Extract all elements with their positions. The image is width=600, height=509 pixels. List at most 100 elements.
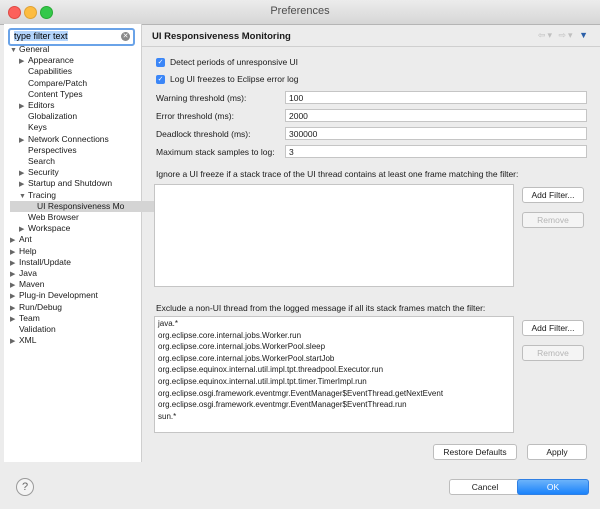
tree-item[interactable]: Validation [10, 324, 56, 335]
window-title: Preferences [270, 5, 330, 17]
tree-item-label: Maven [19, 279, 45, 290]
tree-item[interactable]: ▶ Maven [10, 279, 45, 290]
warning-threshold-label: Warning threshold (ms): [156, 93, 247, 103]
tree-item-label: Content Types [28, 88, 83, 99]
tree-item[interactable]: ▶ Team [10, 313, 40, 324]
filter-placeholder: type filter text [14, 31, 68, 41]
tree-item-label: Startup and Shutdown [28, 178, 113, 189]
tree-item-label: Install/Update [19, 256, 71, 267]
tree-item-label: Network Connections [28, 133, 109, 144]
tree-item-label: UI Responsiveness Mo [37, 200, 125, 211]
tree-item[interactable]: Globalization [19, 111, 77, 122]
tree-item[interactable]: Keys [19, 122, 47, 133]
tree-item-label: Validation [19, 324, 56, 334]
max-stack-samples-input[interactable]: 3 [285, 145, 587, 158]
tree-item-label: Search [28, 156, 55, 166]
tree-item-label: Workspace [28, 223, 71, 234]
detect-unresponsive-checkbox[interactable]: ✓ [156, 58, 165, 67]
apply-button[interactable]: Apply [527, 444, 587, 460]
collapsed-arrow-icon[interactable]: ▶ [10, 336, 19, 347]
tree-item[interactable]: ▶ Java [10, 268, 37, 279]
tree-item-label: Compare/Patch [28, 77, 88, 88]
exclude-filter-label: Exclude a non-UI thread from the logged … [156, 303, 486, 313]
tree-item[interactable]: ▶ Ant [10, 234, 32, 245]
tree-item[interactable]: ▶ Help [10, 246, 36, 257]
tree-item-label: Ant [19, 234, 32, 245]
exclude-filter-item[interactable]: java.* [158, 319, 178, 328]
tree-item-label: XML [19, 335, 37, 346]
exclude-filter-item[interactable]: org.eclipse.core.internal.jobs.WorkerPoo… [158, 354, 334, 363]
tree-item-label: Tracing [28, 189, 57, 200]
tree-item[interactable]: ▶ XML [10, 335, 36, 346]
tree-item[interactable]: ▶ Workspace [19, 223, 70, 234]
warning-threshold-input[interactable]: 100 [285, 91, 587, 104]
remove-exclude-filter-button[interactable]: Remove [522, 345, 584, 361]
tree-item[interactable]: ▶ Startup and Shutdown [19, 178, 112, 189]
tree-item-label: Web Browser [28, 212, 79, 222]
error-threshold-label: Error threshold (ms): [156, 111, 234, 121]
tree-item-label: Java [19, 268, 37, 278]
tree-item[interactable]: Web Browser [19, 212, 79, 223]
forward-arrow-icon[interactable]: ⇨▾ [559, 30, 575, 40]
exclude-filter-item[interactable]: org.eclipse.core.internal.jobs.WorkerPoo… [158, 342, 325, 351]
restore-defaults-button[interactable]: Restore Defaults [433, 444, 517, 460]
ok-button[interactable]: OK [517, 479, 589, 495]
tree-item-label: Run/Debug [19, 301, 63, 312]
tree-item-label: Help [19, 245, 37, 256]
help-icon[interactable]: ? [16, 478, 34, 496]
clear-filter-icon[interactable]: ✕ [121, 32, 130, 41]
view-menu-icon[interactable]: ▼ [579, 30, 590, 40]
exclude-filter-item[interactable]: org.eclipse.equinox.internal.util.impl.t… [158, 365, 383, 374]
exclude-filter-item[interactable]: org.eclipse.osgi.framework.eventmgr.Even… [158, 389, 443, 398]
tree-item[interactable]: ▶ Editors [19, 100, 54, 111]
tree-item[interactable]: ▶ Plug-in Development [10, 290, 98, 301]
add-ignore-filter-button[interactable]: Add Filter... [522, 187, 584, 203]
deadlock-threshold-label: Deadlock threshold (ms): [156, 129, 251, 139]
log-freezes-checkbox[interactable]: ✓ [156, 75, 165, 84]
back-arrow-icon[interactable]: ⇦▾ [538, 30, 554, 40]
tree-item-label: Editors [28, 100, 55, 110]
page-title: UI Responsiveness Monitoring [152, 31, 291, 42]
tree-item[interactable]: ▶ Run/Debug [10, 302, 62, 313]
error-threshold-input[interactable]: 2000 [285, 109, 587, 122]
expanded-arrow-icon[interactable]: ▼ [10, 45, 19, 56]
add-exclude-filter-button[interactable]: Add Filter... [522, 320, 584, 336]
preferences-window: Preferences type filter text ✕ ▼ General ▶… [0, 0, 600, 509]
tree-item[interactable]: ▶ Network Connections [19, 134, 109, 145]
tree-item[interactable]: ▼ Tracing [19, 190, 56, 201]
tree-item-label: Plug-in Development [19, 290, 98, 301]
page-header: UI Responsiveness Monitoring ⇦▾ ⇨▾ ▼ [142, 24, 600, 47]
tree-item[interactable]: ▼ General [10, 44, 49, 55]
remove-ignore-filter-button[interactable]: Remove [522, 212, 584, 228]
tree-item[interactable]: Compare/Patch [19, 78, 87, 89]
exclude-filter-item[interactable]: org.eclipse.equinox.internal.util.impl.t… [158, 377, 367, 386]
deadlock-threshold-input[interactable]: 300000 [285, 127, 587, 140]
tree-item[interactable]: Content Types [19, 89, 83, 100]
tree-item-label: Capabilities [28, 66, 72, 77]
tree-item-label: Globalization [28, 111, 78, 122]
tree-item-label: Team [19, 312, 40, 323]
title-bar: Preferences [0, 0, 600, 25]
tree-item[interactable]: Search [19, 156, 55, 167]
log-freezes-label: Log UI freezes to Eclipse error log [170, 74, 299, 84]
detect-unresponsive-label: Detect periods of unresponsive UI [170, 57, 299, 67]
tree-item[interactable]: ▶ Appearance [19, 55, 74, 66]
ignore-filter-list[interactable] [154, 184, 514, 287]
tree-item-label: Appearance [28, 55, 74, 66]
tree-item[interactable]: UI Responsiveness Mo [10, 200, 155, 212]
exclude-filter-item[interactable]: sun.* [158, 412, 176, 421]
tree-item-label: Keys [28, 122, 47, 133]
tree-item[interactable]: ▶ Security [19, 167, 59, 178]
tree-item-label: Security [28, 167, 59, 178]
tree-item[interactable]: ▶ Install/Update [10, 257, 71, 268]
exclude-filter-item[interactable]: org.eclipse.core.internal.jobs.Worker.ru… [158, 331, 301, 340]
exclude-filter-list[interactable]: java.* org.eclipse.core.internal.jobs.Wor… [154, 316, 514, 433]
max-stack-samples-label: Maximum stack samples to log: [156, 147, 275, 157]
cancel-button[interactable]: Cancel [449, 479, 521, 495]
tree-item[interactable]: Capabilities [19, 66, 72, 77]
tree-item-label: General [19, 44, 50, 54]
tree-item-label: Perspectives [28, 144, 77, 155]
tree-item[interactable]: Perspectives [19, 145, 77, 156]
ignore-filter-label: Ignore a UI freeze if a stack trace of t… [156, 169, 519, 179]
exclude-filter-item[interactable]: org.eclipse.osgi.framework.eventmgr.Even… [158, 400, 407, 409]
